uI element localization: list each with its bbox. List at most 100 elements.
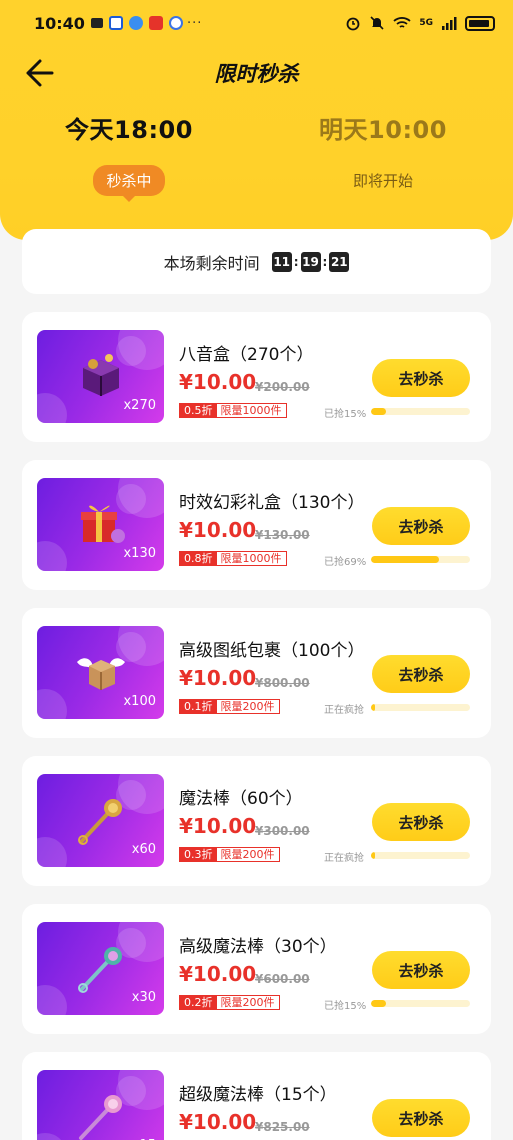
progress-label: 已抢15%	[324, 409, 367, 420]
item-name: 时效幻彩礼盒（130个）	[179, 493, 365, 513]
sale-price: ¥10.00	[179, 666, 257, 690]
session-status: 即将开始	[352, 172, 413, 190]
sale-price: ¥10.00	[179, 962, 257, 986]
store-icon	[168, 16, 183, 30]
item-name: 超级魔法棒（15个）	[179, 1085, 337, 1105]
countdown-panel: 本场剩余时间 11 : 19 : 21	[22, 229, 491, 294]
magic-wand-icon	[78, 799, 122, 845]
discount-badge: 0.8折	[180, 552, 217, 565]
gift-box-icon	[81, 505, 125, 543]
item-name: 魔法棒（60个）	[179, 789, 303, 809]
mute-icon	[370, 16, 384, 30]
flash-sale-item[interactable]: x130 时效幻彩礼盒（130个） ¥10.00 ¥130.00 0.8折 限量…	[22, 460, 491, 590]
alarm-icon	[346, 17, 360, 31]
countdown-timer: 11 : 19 : 21	[271, 251, 350, 272]
progress-label: 正在疯抢	[324, 853, 364, 864]
product-thumbnail: x270	[37, 330, 164, 423]
progress-label: 已抢15%	[324, 1001, 367, 1012]
session-tab-tomorrow[interactable]: 明天10:00 即将开始	[300, 110, 466, 191]
limit-badge: 限量200件	[220, 996, 275, 1009]
signal-icon	[442, 17, 457, 30]
discount-badge: 0.5折	[180, 404, 217, 417]
network-type: 5G	[419, 18, 433, 28]
product-thumbnail: x15	[37, 1070, 164, 1140]
original-price: ¥800.00	[255, 676, 310, 690]
original-price: ¥300.00	[255, 824, 310, 838]
winged-package-icon	[77, 658, 125, 690]
magic-wand-icon	[78, 947, 122, 993]
camera-icon	[90, 18, 103, 28]
product-thumbnail: x130	[37, 478, 164, 571]
wifi-icon	[393, 17, 411, 28]
flash-sale-item[interactable]: x30 高级魔法棒（30个） ¥10.00 ¥600.00 0.2折 限量200…	[22, 904, 491, 1034]
limit-badge: 限量200件	[220, 700, 275, 713]
item-name: 高级魔法棒（30个）	[179, 937, 337, 957]
countdown-hours: 11	[271, 251, 292, 272]
music-box-icon	[83, 354, 119, 396]
discount-tags: 0.8折 限量1000件	[179, 551, 287, 566]
item-name: 八音盒（270个）	[179, 345, 314, 365]
discount-tags: 0.1折 限量200件	[179, 699, 280, 714]
item-quantity: x130	[123, 546, 156, 561]
buy-button[interactable]: 去秒杀	[372, 1099, 470, 1137]
flash-sale-item[interactable]: x60 魔法棒（60个） ¥10.00 ¥300.00 0.3折 限量200件 …	[22, 756, 491, 886]
item-quantity: x60	[131, 842, 156, 857]
progress-bar	[371, 852, 470, 859]
buy-button[interactable]: 去秒杀	[372, 507, 470, 545]
countdown-minutes: 19	[300, 251, 321, 272]
session-tab-today[interactable]: 今天18:00 秒杀中	[46, 110, 212, 202]
magic-wand-icon	[79, 1095, 122, 1140]
discount-badge: 0.3折	[180, 848, 217, 861]
notification-icons	[90, 16, 183, 30]
sale-price: ¥10.00	[179, 370, 257, 394]
item-quantity: x30	[131, 990, 156, 1005]
limit-badge: 限量1000件	[220, 552, 282, 565]
status-time: 10:40	[34, 13, 85, 33]
product-thumbnail: x30	[37, 922, 164, 1015]
sale-price: ¥10.00	[179, 518, 257, 542]
status-bar: 10:40 ··· 5G	[0, 8, 513, 38]
limit-badge: 限量1000件	[220, 404, 282, 417]
progress-bar	[371, 556, 470, 563]
countdown-label: 本场剩余时间	[163, 253, 260, 273]
countdown-seconds: 21	[329, 251, 350, 272]
page-title: 限时秒杀	[214, 62, 299, 86]
sale-price: ¥10.00	[179, 814, 257, 838]
more-notifications: ···	[186, 15, 203, 31]
browser-icon	[128, 16, 143, 30]
product-thumbnail: x100	[37, 626, 164, 719]
progress-bar	[371, 1000, 470, 1007]
app-notification-icon	[108, 16, 123, 30]
original-price: ¥200.00	[255, 380, 310, 394]
sale-price: ¥10.00	[179, 1110, 257, 1134]
session-status-badge: 秒杀中	[93, 165, 165, 202]
buy-button[interactable]: 去秒杀	[372, 951, 470, 989]
limit-badge: 限量200件	[220, 848, 275, 861]
progress-bar	[371, 704, 470, 711]
original-price: ¥600.00	[255, 972, 310, 986]
session-time: 今天18:00	[65, 116, 193, 144]
original-price: ¥130.00	[255, 528, 310, 542]
progress-fill	[371, 408, 386, 415]
progress-label: 正在疯抢	[324, 705, 364, 716]
discount-badge: 0.2折	[180, 996, 217, 1009]
item-name: 高级图纸包裹（100个）	[179, 641, 365, 661]
flash-sale-item[interactable]: x270 八音盒（270个） ¥10.00 ¥200.00 0.5折 限量100…	[22, 312, 491, 442]
progress-fill	[371, 704, 375, 711]
discount-badge: 0.1折	[180, 700, 217, 713]
progress-fill	[371, 556, 440, 563]
mail-icon	[148, 16, 163, 30]
discount-tags: 0.3折 限量200件	[179, 847, 280, 862]
progress-fill	[371, 1000, 386, 1007]
flash-sale-item[interactable]: x100 高级图纸包裹（100个） ¥10.00 ¥800.00 0.1折 限量…	[22, 608, 491, 738]
progress-bar	[371, 408, 470, 415]
product-thumbnail: x60	[37, 774, 164, 867]
original-price: ¥825.00	[255, 1120, 310, 1134]
flash-sale-item[interactable]: x15 超级魔法棒（15个） ¥10.00 ¥825.00 去秒杀	[22, 1052, 491, 1140]
discount-tags: 0.5折 限量1000件	[179, 403, 287, 418]
buy-button[interactable]: 去秒杀	[372, 359, 470, 397]
progress-label: 已抢69%	[324, 557, 367, 568]
buy-button[interactable]: 去秒杀	[372, 803, 470, 841]
session-time: 明天10:00	[319, 116, 447, 144]
buy-button[interactable]: 去秒杀	[372, 655, 470, 693]
